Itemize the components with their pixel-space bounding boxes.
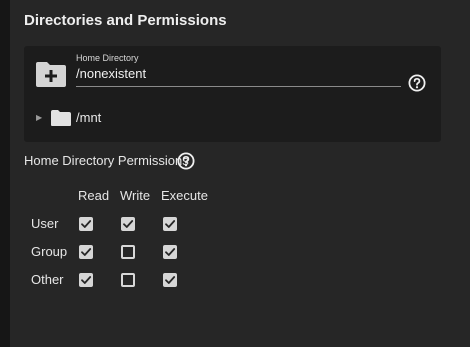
- checkbox-group-execute[interactable]: [163, 245, 177, 259]
- home-directory-input[interactable]: /nonexistent: [76, 66, 146, 81]
- row-user-label: User: [31, 216, 59, 231]
- tree-item-mnt[interactable]: /mnt: [76, 110, 101, 125]
- row-group-label: Group: [31, 244, 68, 259]
- section-title: Directories and Permissions: [24, 12, 227, 29]
- checkmark-icon: [123, 220, 134, 228]
- checkbox-user-read[interactable]: [79, 217, 93, 231]
- checkmark-icon: [81, 248, 92, 256]
- help-icon[interactable]: [408, 74, 426, 92]
- row-other-label: Other: [31, 272, 64, 287]
- checkmark-icon: [81, 276, 92, 284]
- checkbox-other-write[interactable]: [121, 273, 135, 287]
- permissions-help-icon[interactable]: [177, 152, 195, 170]
- folder-icon: [51, 110, 71, 126]
- home-directory-underline: [76, 86, 401, 87]
- checkbox-user-write[interactable]: [121, 217, 135, 231]
- checkbox-other-read[interactable]: [79, 273, 93, 287]
- folder-add-icon[interactable]: [35, 60, 67, 88]
- tree-expand-icon[interactable]: ▶: [36, 113, 42, 122]
- column-execute: Execute: [161, 188, 208, 203]
- checkbox-other-execute[interactable]: [163, 273, 177, 287]
- checkbox-group-read[interactable]: [79, 245, 93, 259]
- column-write: Write: [120, 188, 151, 203]
- checkbox-user-execute[interactable]: [163, 217, 177, 231]
- home-directory-label: Home Directory: [76, 53, 139, 63]
- column-read: Read: [78, 188, 110, 203]
- permissions-title: Home Directory Permissions: [24, 153, 189, 168]
- checkbox-group-write[interactable]: [121, 245, 135, 259]
- checkmark-icon: [165, 220, 176, 228]
- checkmark-icon: [165, 248, 176, 256]
- checkmark-icon: [81, 220, 92, 228]
- checkmark-icon: [165, 276, 176, 284]
